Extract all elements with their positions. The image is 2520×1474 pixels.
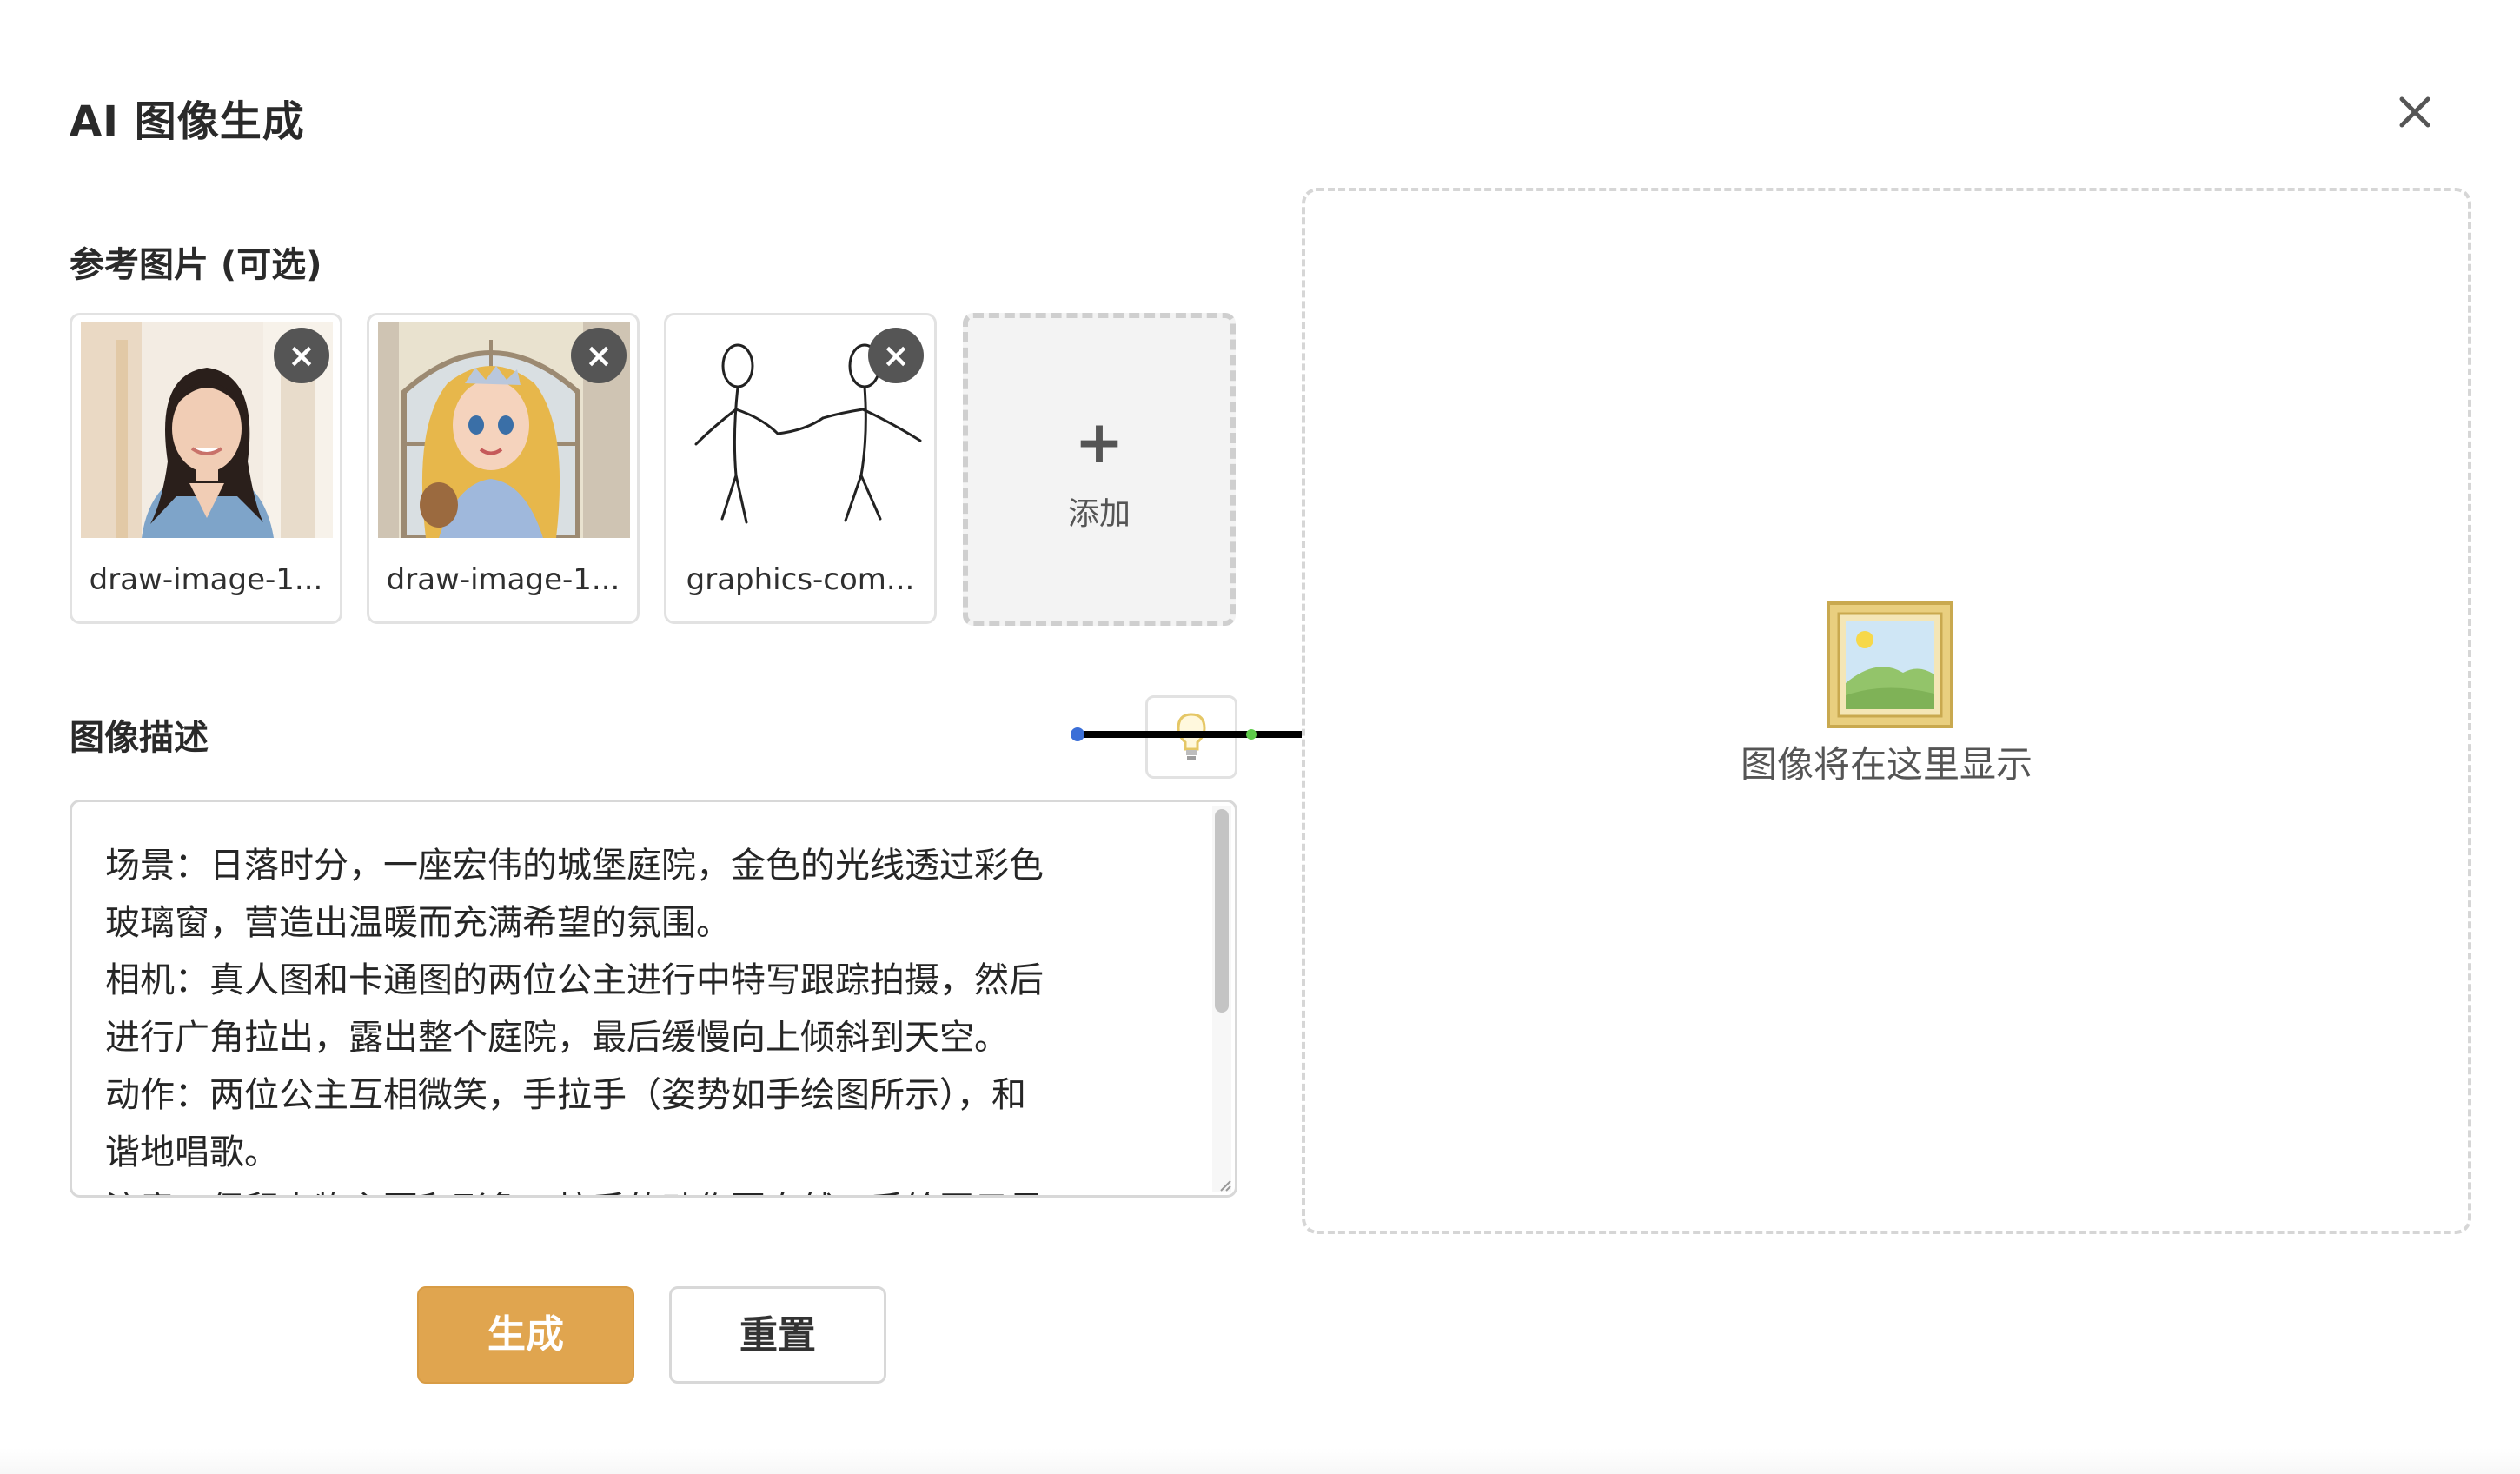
reference-image-filename: graphics-com... — [686, 562, 915, 597]
arrow-midpoint-handle[interactable] — [1246, 729, 1257, 740]
reference-image-card-1[interactable]: × draw-image-1... — [70, 313, 342, 624]
generate-button[interactable]: 生成 — [417, 1286, 634, 1384]
resize-grip-icon[interactable] — [1217, 1178, 1231, 1192]
reference-image-filename: draw-image-1... — [386, 562, 620, 597]
image-preview-panel: 图像将在这里显示 — [1302, 188, 2471, 1234]
dialog-title: AI 图像生成 — [70, 97, 305, 146]
reference-images-label: 参考图片 (可选) — [70, 245, 322, 285]
remove-reference-button[interactable]: × — [274, 328, 329, 383]
reference-image-card-2[interactable]: × draw-image-1... — [367, 313, 640, 624]
textarea-scrollbar-thumb[interactable] — [1215, 809, 1229, 1013]
description-textarea[interactable]: 场景：日落时分，一座宏伟的城堡庭院，金色的光线透过彩色 玻璃窗，营造出温暖而充满… — [70, 800, 1237, 1198]
reference-image-filename: draw-image-1... — [89, 562, 323, 597]
reset-button[interactable]: 重置 — [669, 1286, 886, 1384]
preview-placeholder-text: 图像将在这里显示 — [1740, 743, 2033, 786]
description-label: 图像描述 — [70, 718, 209, 758]
close-icon — [2399, 96, 2430, 128]
add-reference-image-button[interactable]: + 添加 — [963, 313, 1236, 626]
add-reference-label: 添加 — [1067, 496, 1131, 532]
plus-icon: + — [1074, 408, 1124, 477]
close-button[interactable] — [2388, 85, 2442, 139]
remove-reference-button[interactable]: × — [571, 328, 627, 383]
description-text[interactable]: 场景：日落时分，一座宏伟的城堡庭院，金色的光线透过彩色 玻璃窗，营造出温暖而充满… — [105, 837, 1191, 1195]
dialog-bottom-edge — [0, 1448, 2520, 1474]
framed-picture-icon — [1827, 601, 1953, 728]
remove-reference-button[interactable]: × — [868, 328, 924, 383]
reference-image-card-3[interactable]: × graphics-com... — [664, 313, 937, 624]
arrow-start-handle[interactable] — [1071, 727, 1084, 741]
